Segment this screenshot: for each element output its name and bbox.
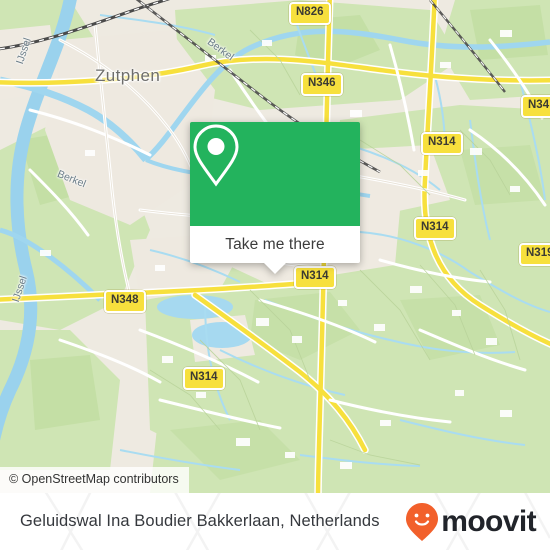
take-me-there-label: Take me there <box>225 235 325 253</box>
popup-tail <box>264 263 286 274</box>
road-shield-n826[interactable]: N826 <box>289 2 331 25</box>
road-shield-n314-east[interactable]: N314 <box>414 217 456 240</box>
map-canvas[interactable]: Zutphen IJssel IJssel Berkel Berkel N826… <box>0 0 550 493</box>
road-shield-n34[interactable]: N34 <box>521 95 550 118</box>
map-screenshot: Zutphen IJssel IJssel Berkel Berkel N826… <box>0 0 550 550</box>
location-popup[interactable]: Take me there <box>190 122 360 274</box>
location-title: Geluidswal Ina Boudier Bakkerlaan, Nethe… <box>20 512 380 530</box>
road-shield-n319[interactable]: N319 <box>519 243 550 266</box>
moovit-brand[interactable]: moovit <box>405 502 537 542</box>
road-shield-n346[interactable]: N346 <box>301 73 343 96</box>
road-shield-n314-south[interactable]: N314 <box>183 367 225 390</box>
footer-bar: Geluidswal Ina Boudier Bakkerlaan, Nethe… <box>0 493 550 550</box>
road-shield-n314-center[interactable]: N314 <box>294 266 336 289</box>
osm-attribution[interactable]: © OpenStreetMap contributors <box>0 467 189 493</box>
moovit-pin-smiley-icon <box>406 502 439 541</box>
popup-icon-panel <box>190 122 360 226</box>
road-shield-n314-north[interactable]: N314 <box>421 132 463 155</box>
moovit-wordmark: moovit <box>441 504 536 538</box>
road-shield-n348[interactable]: N348 <box>104 290 146 313</box>
popup-action-bar[interactable]: Take me there <box>190 226 360 274</box>
map-pin-icon <box>193 124 239 187</box>
